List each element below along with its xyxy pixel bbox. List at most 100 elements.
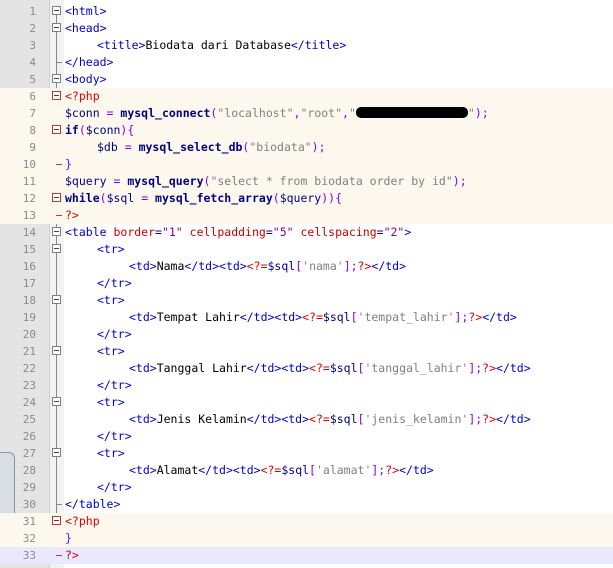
token: </tr> <box>97 480 132 494</box>
code-line-30[interactable]: 30 </table> <box>0 496 613 513</box>
token: [ <box>350 310 358 324</box>
token: 'jenis_kelamin' <box>364 412 469 426</box>
square-minus-icon[interactable] <box>52 23 61 32</box>
token: ); <box>311 140 326 154</box>
token: mysql_connect <box>120 106 211 120</box>
code-line-14[interactable]: 14 <table border="1" cellpadding="5" cel… <box>0 224 613 241</box>
line-number: 26 <box>22 430 36 443</box>
token: " <box>467 106 475 120</box>
token: </tr> <box>97 429 132 443</box>
token: <?php <box>65 89 100 103</box>
token: [ <box>309 463 316 477</box>
token: Nama <box>156 259 185 273</box>
code-line-5[interactable]: 5 <body> <box>0 71 613 88</box>
token: mysql_query <box>127 174 204 188</box>
code-line-24[interactable]: 24 <tr> <box>0 394 613 411</box>
line-number: 24 <box>22 396 36 409</box>
code-line-20[interactable]: 20 </tr> <box>0 326 613 343</box>
fold-end-marker <box>56 555 62 556</box>
code-line-25[interactable]: 25 <td>Jenis Kelamin</td><td><?=$sql['je… <box>0 411 613 428</box>
code-line-26[interactable]: 26 </tr> <box>0 428 613 445</box>
token: ?> <box>385 463 400 477</box>
token: ?> <box>482 412 497 426</box>
line-number: 8 <box>29 124 36 137</box>
code-line-10[interactable]: 10 } <box>0 156 613 173</box>
code-line-28[interactable]: 28 <td>Alamat</td><td><?=$sql['alamat'];… <box>0 462 613 479</box>
code-line-6[interactable]: 6 <?php <box>0 88 613 105</box>
code-line-27[interactable]: 27 <tr> <box>0 445 613 462</box>
code-line-17[interactable]: 17 </tr> <box>0 275 613 292</box>
token: </td><td> <box>184 259 247 273</box>
code-line-21[interactable]: 21 <tr> <box>0 343 613 360</box>
code-line-31[interactable]: 31 <?php <box>0 513 613 530</box>
square-minus-icon[interactable] <box>52 397 61 406</box>
token: ]; <box>468 361 483 375</box>
line-number: 25 <box>22 413 36 426</box>
square-minus-icon[interactable] <box>52 448 61 457</box>
code-line-8[interactable]: 8 if($conn){ <box>0 122 613 139</box>
token: border <box>106 225 156 239</box>
token: </table> <box>65 497 121 511</box>
code-line-1[interactable]: 1 <html> <box>0 3 613 20</box>
line-number: 6 <box>29 90 36 103</box>
code-line-19[interactable]: 19 <td>Tempat Lahir</td><td><?=$sql['tem… <box>0 309 613 326</box>
code-line-22[interactable]: 22 <td>Tanggal Lahir</td><td><?=$sql['ta… <box>0 360 613 377</box>
token: <tr> <box>97 242 125 256</box>
square-minus-icon[interactable] <box>52 74 61 83</box>
token: </td> <box>371 259 407 273</box>
code-line-7[interactable]: 7 $conn = mysql_connect("localhost","roo… <box>0 105 613 122</box>
token: "select * from biodata order by id" <box>210 174 453 188</box>
line-number: 17 <box>22 277 36 290</box>
line-number: 9 <box>29 141 36 154</box>
token: <td> <box>129 361 157 375</box>
square-minus-icon[interactable] <box>52 91 61 100</box>
token: <tr> <box>97 395 125 409</box>
token: <?= <box>260 463 282 477</box>
token: </tr> <box>97 276 132 290</box>
token: <tr> <box>97 446 125 460</box>
square-minus-icon[interactable] <box>52 244 61 253</box>
code-line-13[interactable]: 13 ?> <box>0 207 613 224</box>
code-line-9[interactable]: 9 $db = mysql_select_db("biodata"); <box>0 139 613 156</box>
code-line-18[interactable]: 18 <tr> <box>0 292 613 309</box>
code-editor[interactable]: 1 <html> 2 <head> 3 <title>Biodata dari … <box>0 0 613 568</box>
square-minus-icon[interactable] <box>52 516 61 525</box>
line-number: 31 <box>22 515 36 528</box>
line-number: 1 <box>29 5 36 18</box>
token: Tanggal Lahir <box>156 361 247 375</box>
code-line-4[interactable]: 4 </head> <box>0 54 613 71</box>
token: } <box>65 157 72 171</box>
token: <?= <box>309 361 330 375</box>
code-line-3[interactable]: 3 <title>Biodata dari Database</title> <box>0 37 613 54</box>
fold-end-marker <box>56 164 62 165</box>
code-line-32[interactable]: 32 } <box>0 530 613 547</box>
fold-end-marker <box>56 62 62 63</box>
token: $sql <box>281 463 310 477</box>
token: <tr> <box>97 344 125 358</box>
token: $sql <box>322 310 351 324</box>
code-line-16[interactable]: 16 <td>Nama</td><td><?=$sql['nama'];?></… <box>0 258 613 275</box>
line-number: 2 <box>29 22 36 35</box>
code-line-33-current[interactable]: 33 ?> <box>0 547 613 564</box>
token: ]; <box>468 412 483 426</box>
line-number: 3 <box>29 39 36 52</box>
line-number: 22 <box>22 362 36 375</box>
code-line-23[interactable]: 23 </tr> <box>0 377 613 394</box>
square-minus-icon[interactable] <box>52 295 61 304</box>
code-line-12[interactable]: 12 while($sql = mysql_fetch_array($query… <box>0 190 613 207</box>
code-line-2[interactable]: 2 <head> <box>0 20 613 37</box>
redacted-password <box>355 107 468 118</box>
square-minus-icon[interactable] <box>52 227 61 236</box>
square-minus-icon[interactable] <box>52 125 61 134</box>
code-line-11[interactable]: 11 $query = mysql_query("select * from b… <box>0 173 613 190</box>
code-line-15[interactable]: 15 <tr> <box>0 241 613 258</box>
code-line-29[interactable]: 29 </tr> <box>0 479 613 496</box>
token: mysql_select_db <box>138 140 243 154</box>
square-minus-icon[interactable] <box>52 346 61 355</box>
token: <title> <box>97 38 146 52</box>
square-minus-icon[interactable] <box>52 6 61 15</box>
square-minus-icon[interactable] <box>52 193 61 202</box>
token: $query <box>65 174 107 188</box>
token: = <box>117 140 139 154</box>
token: <td> <box>129 310 157 324</box>
